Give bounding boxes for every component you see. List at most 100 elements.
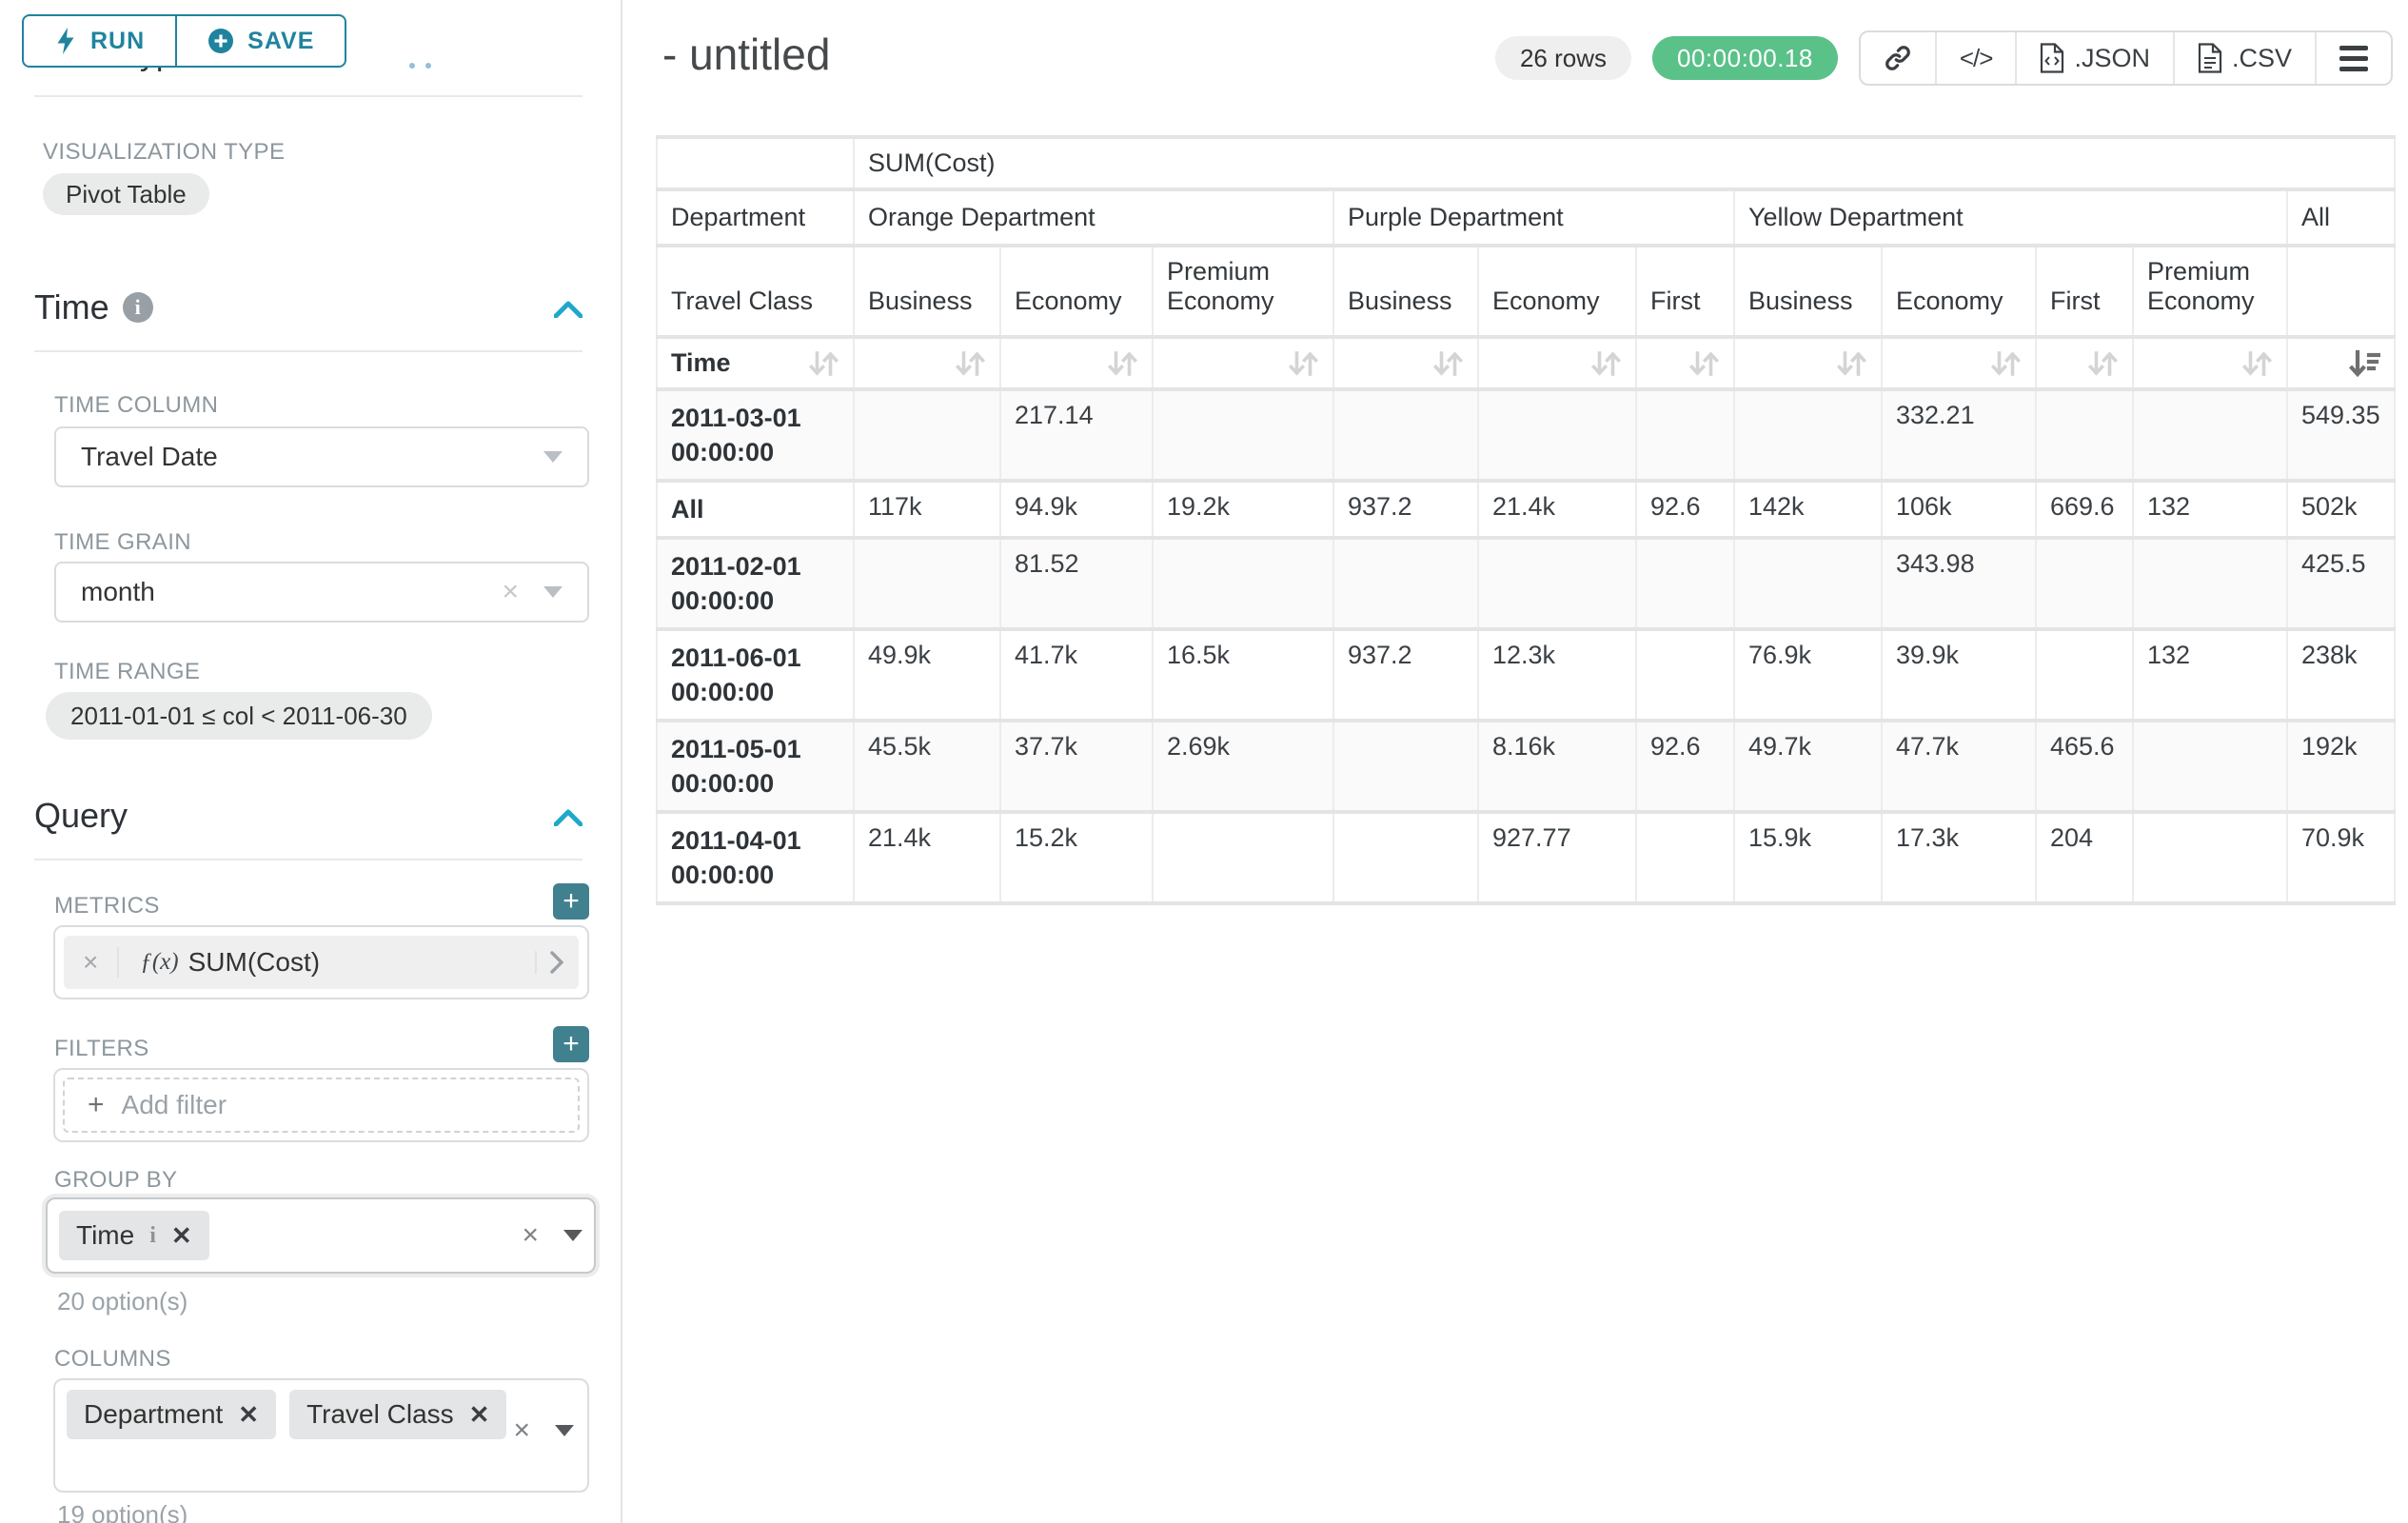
- sort-arrows-icon[interactable]: [1107, 349, 1138, 378]
- clear-icon[interactable]: ×: [502, 578, 519, 606]
- sort-header-cell[interactable]: [1333, 337, 1478, 389]
- pivot-value-cell: [1153, 389, 1333, 481]
- pivot-value-cell: 132: [2133, 481, 2287, 538]
- time-range-chip[interactable]: 2011-01-01 ≤ col < 2011-06-30: [46, 692, 432, 740]
- pivot-value-cell: 502k: [2287, 481, 2395, 538]
- sort-header-cell[interactable]: [1478, 337, 1636, 389]
- sort-header-cell[interactable]: [2133, 337, 2287, 389]
- sort-arrows-icon[interactable]: [2087, 349, 2119, 378]
- pivot-value-cell: 2.69k: [1153, 721, 1333, 812]
- remove-metric-icon[interactable]: ×: [64, 947, 119, 978]
- sort-arrows-icon[interactable]: [955, 349, 986, 378]
- export-json-button[interactable]: .JSON: [2015, 32, 2173, 84]
- sort-arrows-icon[interactable]: [2241, 349, 2273, 378]
- pivot-value-cell: 45.5k: [854, 721, 1000, 812]
- pivot-value-cell: [2133, 389, 2287, 481]
- pivot-table-container: SUM(Cost)DepartmentOrange DepartmentPurp…: [656, 135, 2396, 905]
- info-icon[interactable]: i: [123, 292, 153, 323]
- remove-chip-icon[interactable]: ✕: [171, 1221, 192, 1251]
- sort-arrows-icon[interactable]: [1688, 349, 1720, 378]
- chevron-up-icon[interactable]: [554, 301, 582, 318]
- chart-title[interactable]: - untitled: [662, 29, 830, 80]
- metric-name: SUM(Cost): [188, 947, 320, 978]
- row-count-badge: 26 rows: [1495, 36, 1631, 80]
- pivot-value-cell: 76.9k: [1734, 629, 1882, 721]
- sort-header-cell[interactable]: [1000, 337, 1153, 389]
- time-grain-select[interactable]: month ×: [54, 562, 589, 623]
- superset-explore-view: Chart Type RUN SAVE VISUALIZATION TYPE P…: [0, 0, 2408, 1523]
- pivot-row-header: 2011-02-01 00:00:00: [657, 538, 854, 629]
- sort-arrows-icon[interactable]: [1432, 349, 1464, 378]
- pivot-value-cell: 47.7k: [1882, 721, 2036, 812]
- info-icon[interactable]: i: [149, 1223, 156, 1249]
- sort-header-cell[interactable]: [1734, 337, 1882, 389]
- pivot-row-header: 2011-04-01 00:00:00: [657, 812, 854, 903]
- pivot-value-cell: 15.2k: [1000, 812, 1153, 903]
- remove-chip-icon[interactable]: ✕: [469, 1400, 490, 1430]
- panel-resize-handle[interactable]: [409, 63, 431, 69]
- clear-icon[interactable]: ×: [522, 1221, 539, 1250]
- pivot-value-cell: 425.5: [2287, 538, 2395, 629]
- plus-icon: +: [88, 1089, 105, 1121]
- add-filter-plus-button[interactable]: +: [553, 1026, 589, 1062]
- pivot-value-cell: [1734, 538, 1882, 629]
- pivot-value-cell: 39.9k: [1882, 629, 2036, 721]
- sort-arrows-icon[interactable]: [1990, 349, 2022, 378]
- pivot-value-cell: 549.35: [2287, 389, 2395, 481]
- chevron-up-icon[interactable]: [554, 809, 582, 826]
- chevron-down-icon: [543, 586, 563, 598]
- code-icon: </>: [1960, 44, 1993, 73]
- sort-header-cell[interactable]: [1153, 337, 1333, 389]
- metrics-container: × ƒ(x) SUM(Cost): [53, 925, 589, 999]
- function-icon: ƒ(x): [140, 949, 178, 976]
- clear-icon[interactable]: ×: [513, 1416, 530, 1445]
- columns-chip-department[interactable]: Department ✕: [67, 1390, 276, 1439]
- department-group-header: Purple Department: [1333, 189, 1734, 246]
- query-section-header: Query: [34, 796, 128, 836]
- visualization-type-chip[interactable]: Pivot Table: [43, 173, 209, 215]
- time-axis-label: Time: [671, 348, 731, 378]
- pivot-value-cell: 8.16k: [1478, 721, 1636, 812]
- chevron-right-icon[interactable]: [535, 951, 579, 974]
- more-options-button[interactable]: [2315, 32, 2391, 84]
- sort-header-cell[interactable]: [2036, 337, 2133, 389]
- columns-chip-travel-class[interactable]: Travel Class ✕: [289, 1390, 506, 1439]
- sort-desc-icon[interactable]: [2348, 349, 2380, 378]
- pivot-value-cell: 21.4k: [854, 812, 1000, 903]
- sort-header-cell[interactable]: [2287, 337, 2395, 389]
- bolt-icon: [54, 27, 77, 55]
- time-column-select[interactable]: Travel Date: [54, 426, 589, 487]
- sort-arrows-icon[interactable]: [1836, 349, 1867, 378]
- chip-label: Time: [76, 1220, 134, 1251]
- sort-arrows-icon[interactable]: [1288, 349, 1319, 378]
- export-csv-button[interactable]: .CSV: [2173, 32, 2315, 84]
- sort-header-cell[interactable]: [854, 337, 1000, 389]
- copy-link-button[interactable]: [1861, 32, 1935, 84]
- metric-item[interactable]: × ƒ(x) SUM(Cost): [64, 936, 579, 989]
- pivot-value-cell: 92.6: [1636, 481, 1734, 538]
- query-duration-badge: 00:00:00.18: [1652, 36, 1838, 80]
- pivot-row-header: 2011-06-01 00:00:00: [657, 629, 854, 721]
- run-button[interactable]: RUN: [22, 14, 176, 68]
- save-button[interactable]: SAVE: [176, 14, 346, 68]
- remove-chip-icon[interactable]: ✕: [238, 1400, 259, 1430]
- travel-class-header: Business: [1734, 246, 1882, 337]
- add-filter-button[interactable]: + Add filter: [63, 1078, 580, 1133]
- add-metric-button[interactable]: +: [553, 883, 589, 920]
- metric-header-cell: SUM(Cost): [854, 137, 2395, 189]
- columns-select[interactable]: Department ✕ Travel Class ✕ ×: [53, 1378, 589, 1493]
- pivot-value-cell: [1636, 629, 1734, 721]
- sort-header-cell[interactable]: [1636, 337, 1734, 389]
- sort-arrows-icon[interactable]: [1590, 349, 1622, 378]
- pivot-value-cell: [854, 389, 1000, 481]
- pivot-value-cell: [2133, 812, 2287, 903]
- sort-arrows-icon[interactable]: [808, 349, 839, 378]
- sort-header-cell[interactable]: [1882, 337, 2036, 389]
- pivot-value-cell: [2133, 721, 2287, 812]
- group-by-select[interactable]: Time i ✕ ×: [46, 1197, 596, 1274]
- group-by-chip-time[interactable]: Time i ✕: [59, 1211, 209, 1260]
- pivot-value-cell: [2036, 629, 2133, 721]
- chip-label: Travel Class: [306, 1399, 454, 1430]
- pivot-row-header: All: [657, 481, 854, 538]
- embed-code-button[interactable]: </>: [1935, 32, 2016, 84]
